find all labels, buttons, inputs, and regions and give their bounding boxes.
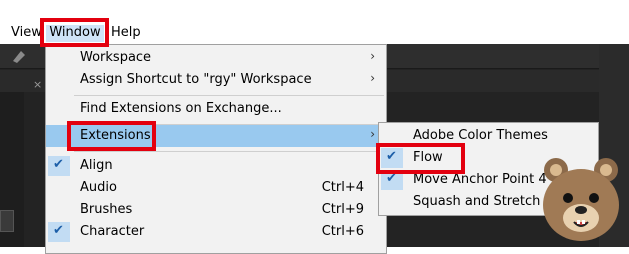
- menu-help[interactable]: Help: [111, 25, 141, 41]
- menu-item-character[interactable]: ✔ Character Ctrl+6: [46, 221, 386, 243]
- menu-item-shortcut: Ctrl+9: [321, 202, 364, 217]
- annotation-box-extensions: [67, 121, 156, 151]
- chevron-right-icon: ›: [370, 49, 375, 63]
- menu-item-audio[interactable]: Audio Ctrl+4: [46, 177, 386, 199]
- menu-item-label: Audio: [80, 180, 117, 195]
- menu-item-label: Character: [80, 224, 145, 239]
- checkmark-icon: ✔: [53, 157, 64, 172]
- bear-mascot-icon: [543, 158, 619, 241]
- app-input-field[interactable]: [0, 210, 14, 232]
- menu-item-find-extensions[interactable]: Find Extensions on Exchange...: [46, 98, 386, 120]
- menu-item-label: Assign Shortcut to "rgy" Workspace: [80, 72, 312, 87]
- menu-item-align[interactable]: ✔ Align: [46, 155, 386, 177]
- menu-item-label: Workspace: [80, 50, 152, 65]
- pen-tool-icon[interactable]: [9, 47, 29, 65]
- panel-close-icon[interactable]: ×: [33, 78, 42, 91]
- annotation-box-window: [40, 18, 109, 47]
- menu-item-assign-shortcut[interactable]: Assign Shortcut to "rgy" Workspace ›: [46, 69, 386, 91]
- menu-item-shortcut: Ctrl+6: [321, 224, 364, 239]
- menu-item-shortcut: Ctrl+4: [321, 180, 364, 195]
- annotation-box-flow: [376, 143, 465, 174]
- chevron-right-icon: ›: [370, 127, 375, 141]
- menu-item-brushes[interactable]: Brushes Ctrl+9: [46, 199, 386, 221]
- menu-item-workspace[interactable]: Workspace ›: [46, 47, 386, 69]
- menu-item-label: Find Extensions on Exchange...: [80, 101, 282, 116]
- menu-separator: [74, 151, 384, 152]
- checkmark-icon: ✔: [53, 223, 64, 238]
- menu-item-label: Adobe Color Themes: [413, 128, 548, 143]
- menu-item-label: Brushes: [80, 202, 133, 217]
- menu-view[interactable]: View: [11, 25, 42, 41]
- menu-separator: [74, 95, 384, 96]
- chevron-right-icon: ›: [370, 71, 375, 85]
- menu-item-label: Align: [80, 158, 113, 173]
- menu-item-label: Move Anchor Point 4: [413, 172, 547, 187]
